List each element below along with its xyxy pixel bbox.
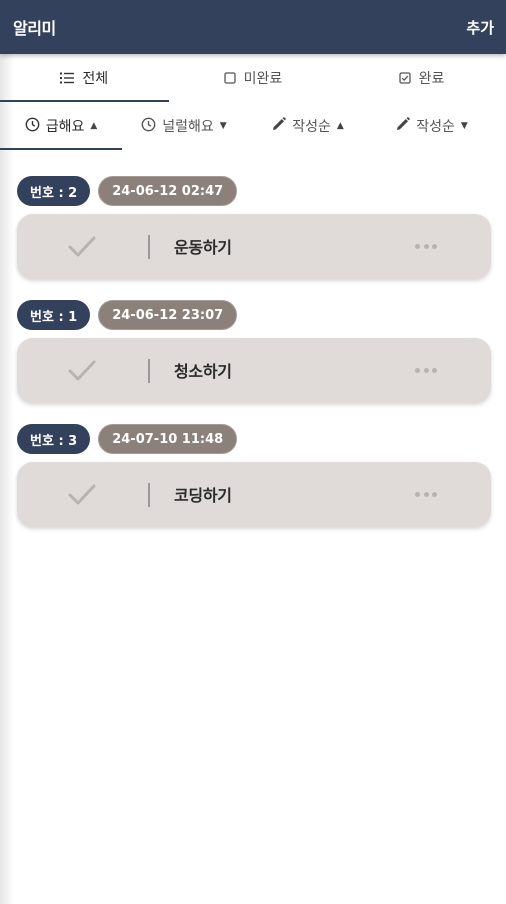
check-icon[interactable] bbox=[67, 232, 97, 262]
tab-complete-label: 완료 bbox=[418, 71, 445, 87]
sort-created-asc-label: 작성순 bbox=[292, 119, 331, 135]
number-badge: 번호 : 3 bbox=[17, 424, 91, 454]
pencil-icon bbox=[396, 117, 410, 135]
sort-created-desc-label: 작성순 bbox=[416, 119, 455, 135]
sort-relaxed-label: 널럴해요 bbox=[162, 119, 214, 135]
check-icon[interactable] bbox=[67, 356, 97, 386]
sort-created-asc[interactable]: 작성순 ▲ bbox=[246, 102, 370, 150]
todo-badges: 번호 : 1 24-06-12 23:07 bbox=[17, 300, 491, 330]
todo-card[interactable]: 운동하기 bbox=[17, 214, 491, 279]
app-bar: 알리미 추가 bbox=[0, 0, 506, 54]
more-icon[interactable] bbox=[415, 236, 437, 256]
todo-title: 운동하기 bbox=[174, 238, 232, 257]
todo-badges: 번호 : 2 24-06-12 02:47 bbox=[17, 176, 491, 206]
todo-badges: 번호 : 3 24-07-10 11:48 bbox=[17, 424, 491, 454]
tab-incomplete[interactable]: 미완료 bbox=[169, 54, 338, 102]
number-badge: 번호 : 2 bbox=[17, 176, 91, 206]
caret-up-icon: ▲ bbox=[90, 121, 98, 131]
clock-icon bbox=[141, 117, 156, 136]
pencil-icon bbox=[272, 117, 286, 135]
checkbox-empty-icon bbox=[223, 72, 236, 84]
caret-up-icon: ▲ bbox=[336, 121, 344, 131]
app-title: 알리미 bbox=[13, 19, 56, 38]
list-item: 번호 : 2 24-06-12 02:47 운동하기 bbox=[17, 176, 491, 279]
number-badge: 번호 : 1 bbox=[17, 300, 91, 330]
more-icon[interactable] bbox=[415, 360, 437, 380]
date-badge: 24-06-12 23:07 bbox=[98, 300, 238, 330]
sort-created-desc[interactable]: 작성순 ▼ bbox=[370, 102, 494, 150]
list-item: 번호 : 3 24-07-10 11:48 코딩하기 bbox=[17, 424, 491, 527]
tab-incomplete-label: 미완료 bbox=[243, 71, 283, 87]
divider bbox=[148, 359, 150, 383]
tab-all-label: 전체 bbox=[82, 71, 109, 87]
clock-icon bbox=[25, 117, 40, 136]
todo-list: 번호 : 2 24-06-12 02:47 운동하기 번호 : 1 24-06-… bbox=[17, 176, 491, 548]
caret-down-icon: ▼ bbox=[460, 121, 468, 131]
todo-title: 청소하기 bbox=[174, 362, 232, 381]
date-badge: 24-06-12 02:47 bbox=[98, 176, 238, 206]
date-badge: 24-07-10 11:48 bbox=[98, 424, 238, 454]
left-edge-shadow bbox=[0, 54, 14, 904]
sort-urgent-label: 급해요 bbox=[45, 119, 85, 135]
todo-card[interactable]: 청소하기 bbox=[17, 338, 491, 403]
sort-options: 급해요 ▲ 널럴해요 ▼ 작성순 ▲ 작성순 ▼ bbox=[0, 102, 506, 150]
sort-relaxed-desc[interactable]: 널럴해요 ▼ bbox=[122, 102, 246, 150]
list-icon bbox=[60, 72, 75, 84]
more-icon[interactable] bbox=[415, 484, 437, 504]
check-icon[interactable] bbox=[67, 480, 97, 510]
checkbox-checked-icon bbox=[398, 72, 411, 84]
divider bbox=[148, 483, 150, 507]
divider bbox=[148, 235, 150, 259]
todo-card[interactable]: 코딩하기 bbox=[17, 462, 491, 527]
tab-all[interactable]: 전체 bbox=[0, 54, 169, 102]
tab-complete[interactable]: 완료 bbox=[337, 54, 506, 102]
sort-urgent-asc[interactable]: 급해요 ▲ bbox=[0, 102, 122, 150]
caret-down-icon: ▼ bbox=[219, 121, 227, 131]
list-item: 번호 : 1 24-06-12 23:07 청소하기 bbox=[17, 300, 491, 403]
add-button[interactable]: 추가 bbox=[466, 17, 494, 38]
filter-tabs: 전체 미완료 완료 bbox=[0, 54, 506, 102]
todo-title: 코딩하기 bbox=[174, 486, 232, 505]
